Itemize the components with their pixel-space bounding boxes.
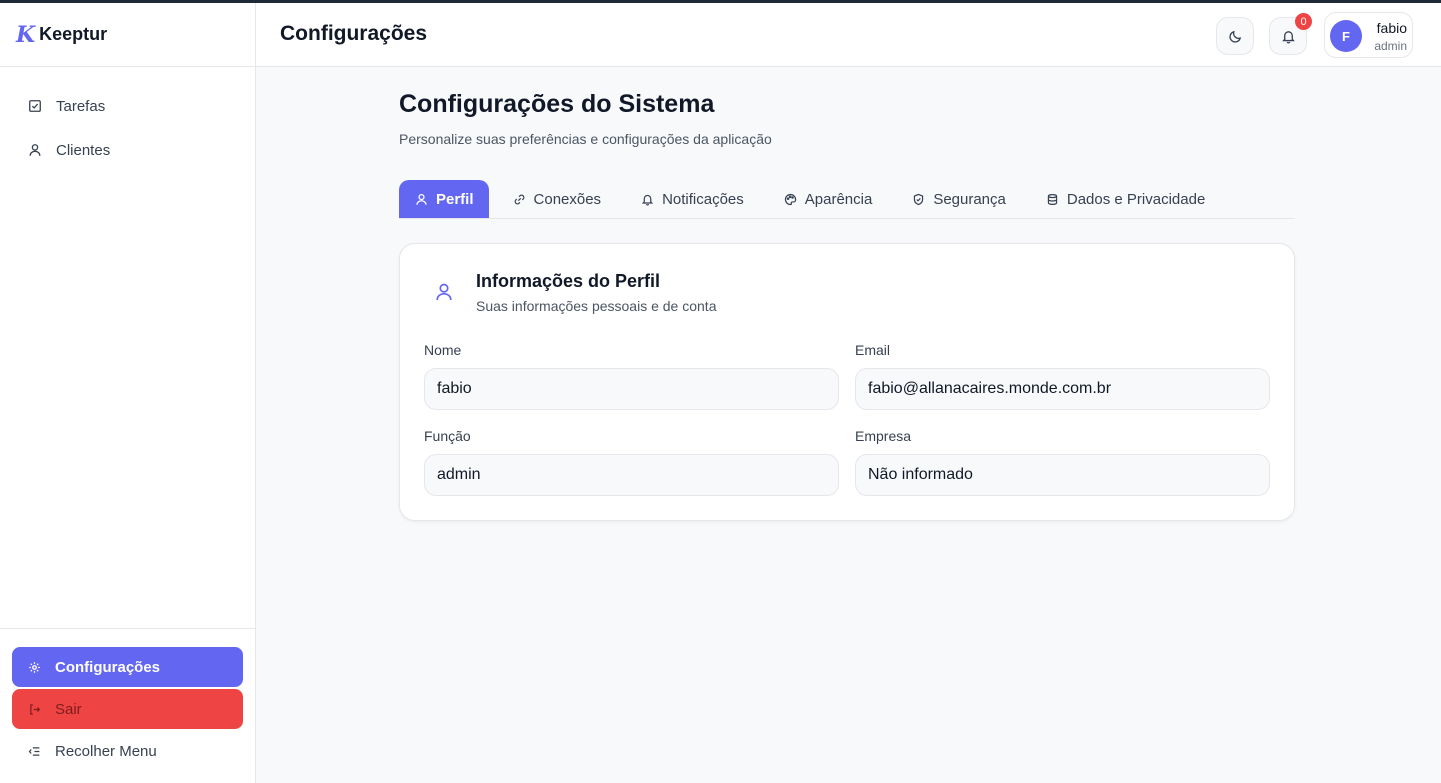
tab-label: Conexões: [533, 190, 602, 208]
role-input[interactable]: admin: [424, 454, 839, 496]
user-name: fabio: [1376, 20, 1407, 36]
sidebar-nav: Tarefas Clientes: [0, 67, 255, 172]
logout-icon: [30, 703, 41, 715]
tab-label: Dados e Privacidade: [1066, 190, 1206, 208]
sidebar-item-label: Clientes: [56, 141, 111, 159]
collapse-menu-icon: [28, 746, 40, 756]
tab-dados-privacidade[interactable]: Dados e Privacidade: [1032, 180, 1221, 218]
tab-conexoes[interactable]: Conexões: [499, 180, 618, 218]
role-label: Função: [424, 428, 471, 444]
user-role: admin: [1374, 39, 1407, 53]
checkbox-icon: [29, 100, 41, 112]
tab-label: Aparência: [804, 190, 873, 208]
brand-name: Keeptur: [39, 24, 108, 44]
email-field: Email fabio@allanacaires.monde.com.br: [855, 342, 1270, 410]
moon-icon: [1228, 30, 1241, 43]
settings-tabs: Perfil Conexões Notificações Aparência S…: [399, 180, 1295, 219]
notifications-button[interactable]: 0: [1269, 13, 1312, 55]
window-top-border: [0, 0, 1441, 3]
company-field: Empresa Não informado: [855, 428, 1270, 496]
tab-label: Notificações: [662, 190, 744, 208]
user-menu-button[interactable]: F fabio admin: [1324, 12, 1413, 58]
page-subtitle: Personalize suas preferências e configur…: [399, 131, 772, 147]
header-title: Configurações: [280, 22, 428, 45]
palette-icon: [784, 193, 796, 205]
name-input[interactable]: fabio: [424, 368, 839, 410]
user-icon: [436, 283, 452, 301]
top-header: Configurações 0 F fabio admin: [256, 3, 1441, 67]
tab-seguranca[interactable]: Segurança: [898, 180, 1022, 218]
logout-button[interactable]: Sair: [12, 689, 243, 729]
tab-perfil[interactable]: Perfil: [399, 180, 489, 218]
brand[interactable]: K Keeptur: [0, 3, 255, 67]
theme-toggle-button[interactable]: [1216, 17, 1254, 55]
role-field: Função admin: [424, 428, 839, 496]
database-icon: [1047, 193, 1058, 205]
profile-card: Informações do Perfil Suas informações p…: [399, 243, 1295, 521]
company-label: Empresa: [855, 428, 912, 444]
sidebar: K Keeptur Tarefas Clientes Configurações: [0, 3, 256, 783]
main-content: Configurações do Sistema Personalize sua…: [399, 90, 1295, 521]
notification-badge: 0: [1295, 13, 1312, 30]
settings-label: Configurações: [55, 658, 161, 676]
gear-icon: [29, 661, 40, 673]
card-title: Informações do Perfil: [476, 271, 661, 291]
logout-label: Sair: [55, 700, 82, 718]
user-icon: [416, 193, 427, 205]
shield-icon: [914, 193, 924, 205]
bell-icon: [1281, 30, 1295, 43]
tab-label: Segurança: [933, 190, 1006, 208]
company-input[interactable]: Não informado: [855, 454, 1270, 496]
collapse-menu-label: Recolher Menu: [55, 742, 157, 760]
page-title: Configurações do Sistema: [399, 90, 715, 118]
user-icon: [29, 144, 41, 156]
card-subtitle: Suas informações pessoais e de conta: [476, 298, 717, 314]
logo-icon: K: [16, 21, 36, 48]
sidebar-bottom: Configurações Sair Recolher Menu: [0, 628, 255, 783]
sidebar-item-clientes[interactable]: Clientes: [0, 128, 255, 172]
link-icon: [514, 194, 524, 204]
name-field: Nome fabio: [424, 342, 839, 410]
sidebar-item-label: Tarefas: [56, 97, 106, 115]
tab-aparencia[interactable]: Aparência: [770, 180, 889, 218]
email-input[interactable]: fabio@allanacaires.monde.com.br: [855, 368, 1270, 410]
collapse-menu-button[interactable]: Recolher Menu: [12, 731, 243, 771]
tab-label: Perfil: [436, 190, 474, 208]
settings-button[interactable]: Configurações: [12, 647, 243, 687]
email-label: Email: [855, 342, 891, 358]
name-label: Nome: [424, 342, 462, 358]
sidebar-item-tarefas[interactable]: Tarefas: [0, 84, 255, 128]
bell-icon: [641, 194, 654, 206]
tab-notificacoes[interactable]: Notificações: [627, 180, 760, 218]
avatar: F: [1330, 20, 1362, 52]
